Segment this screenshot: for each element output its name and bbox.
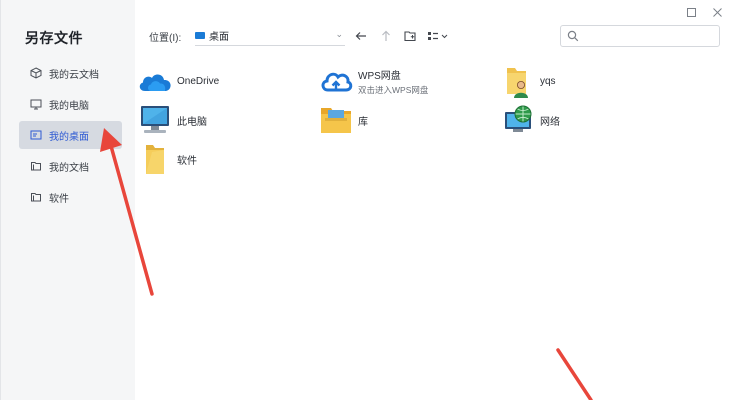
annotation-arrow-bottom bbox=[556, 348, 593, 400]
annotation-arrows bbox=[100, 128, 593, 400]
annotation-arrow-sidebar bbox=[100, 128, 154, 296]
save-as-dialog: 另存文件 我的云文档 我的电脑 我的桌面 我的文档 软件 位置(I): 桌面 ⌄… bbox=[0, 0, 729, 400]
